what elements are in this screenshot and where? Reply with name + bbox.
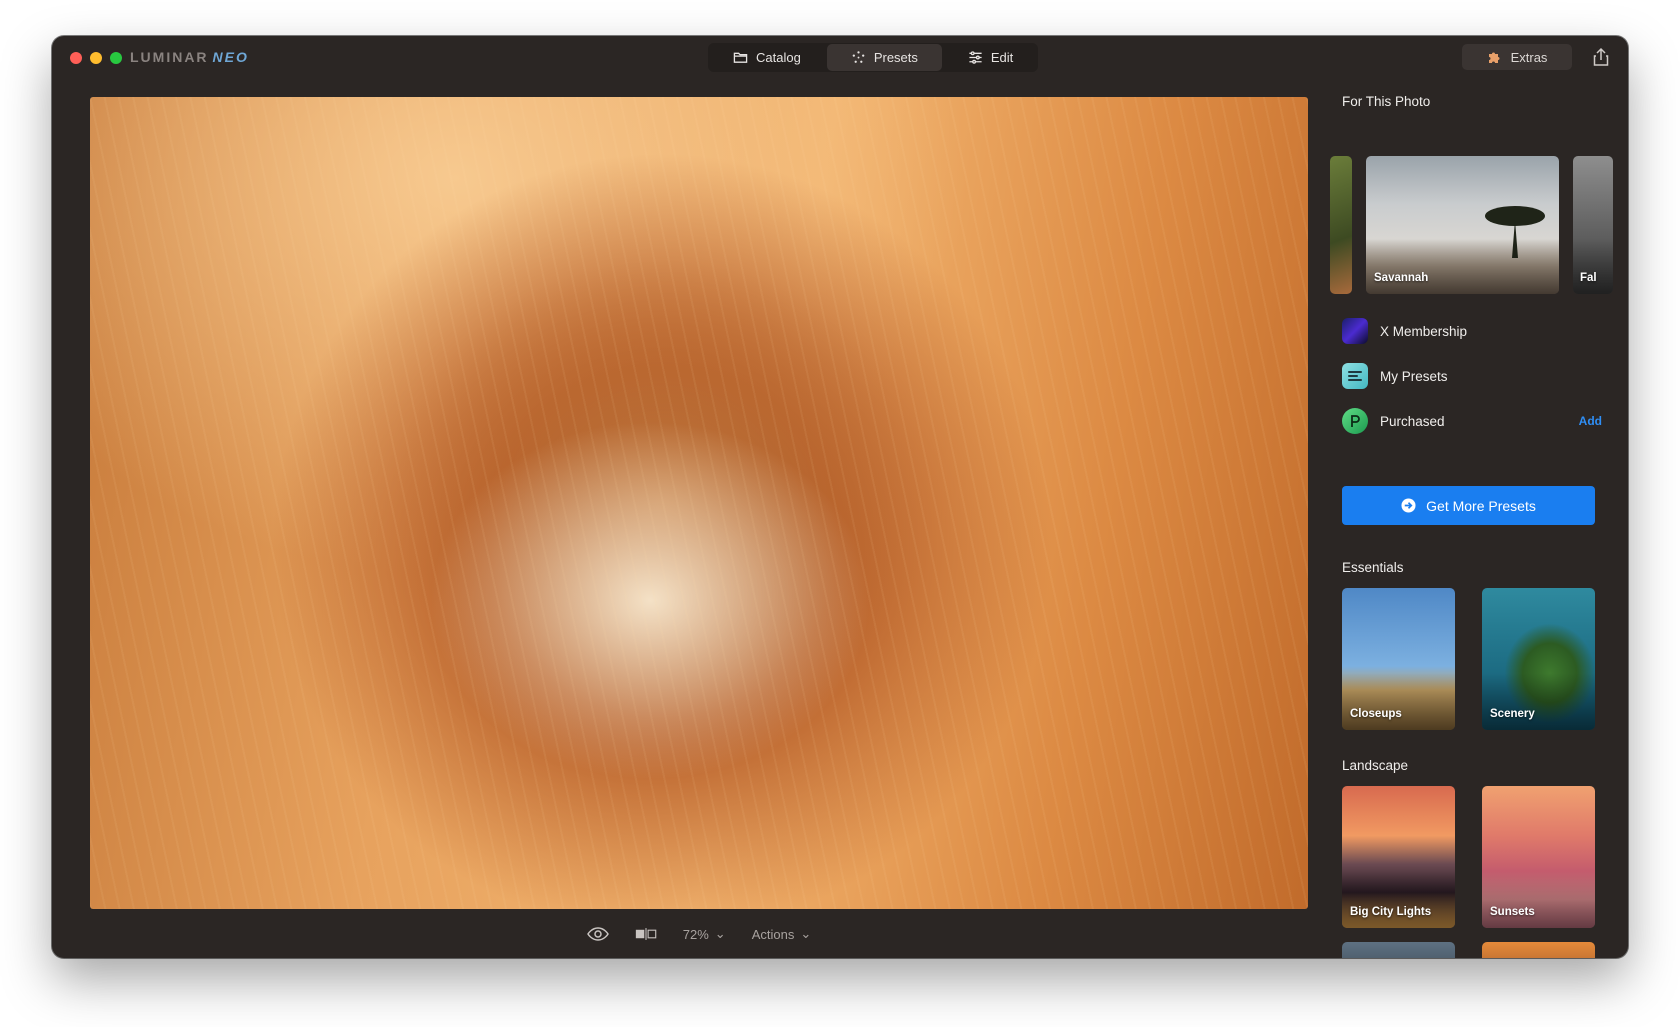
extras-button[interactable]: Extras: [1462, 44, 1572, 70]
preset-thumb-big-city-lights[interactable]: Big City Lights: [1342, 786, 1455, 928]
tab-edit[interactable]: Edit: [944, 44, 1037, 71]
extras-label: Extras: [1510, 49, 1548, 65]
tab-catalog[interactable]: Catalog: [709, 44, 825, 71]
mode-tabs: Catalog Presets Edit: [708, 43, 1039, 72]
folder-icon: [733, 52, 748, 63]
title-bar: LUMINAR NEO Catalog Presets Edit Extras: [52, 36, 1628, 78]
collection-label: My Presets: [1380, 368, 1448, 384]
puzzle-icon: [1488, 52, 1500, 63]
chevron-down-icon: ⌄: [714, 926, 726, 941]
app-window: LUMINARNEO Catalog Presets Edit Extras: [52, 36, 1628, 958]
app-logo: LUMINAR NEO: [130, 49, 249, 65]
sliders-icon: [969, 51, 982, 64]
x-membership-icon: [1342, 318, 1368, 344]
presets-panel: For This Photo Savannah Fal X Membership…: [1330, 80, 1628, 958]
preset-label-fal: Fal: [1580, 272, 1597, 284]
eye-icon[interactable]: [586, 926, 609, 942]
preset-thumb-landscape-3[interactable]: [1342, 942, 1455, 958]
purchased-icon: [1342, 408, 1368, 434]
preset-thumb-closeups[interactable]: Closeups: [1342, 588, 1455, 730]
collection-label: Purchased: [1380, 413, 1445, 429]
collection-purchased[interactable]: Purchased Add: [1342, 407, 1602, 435]
preset-thumb-scenery[interactable]: Scenery: [1482, 588, 1595, 730]
preset-thumb-next[interactable]: Fal: [1573, 156, 1613, 294]
add-link[interactable]: Add: [1579, 414, 1602, 428]
compare-split-icon[interactable]: [635, 926, 657, 942]
logo-text-neo: NEO: [212, 49, 249, 65]
arrow-right-circle-icon: [1401, 498, 1416, 513]
for-this-photo-title: For This Photo: [1342, 94, 1431, 109]
preset-thumb-prev[interactable]: [1330, 156, 1352, 294]
actions-label: Actions: [751, 926, 795, 942]
preset-label-scenery: Scenery: [1490, 708, 1535, 720]
zoom-dropdown[interactable]: 72% ⌄: [683, 926, 726, 942]
tab-presets[interactable]: Presets: [826, 44, 942, 71]
my-presets-icon: [1342, 363, 1368, 389]
preset-thumb-landscape-4[interactable]: [1482, 942, 1595, 958]
tab-catalog-label: Catalog: [756, 50, 801, 65]
tab-presets-label: Presets: [873, 50, 918, 65]
collection-x-membership[interactable]: X Membership: [1342, 317, 1602, 345]
essentials-title: Essentials: [1342, 560, 1404, 575]
sparkle-icon: [852, 51, 865, 63]
photo-texture: [90, 97, 1308, 909]
collection-label: X Membership: [1380, 323, 1468, 339]
zoom-value: 72%: [682, 926, 709, 942]
tab-edit-label: Edit: [990, 50, 1014, 65]
get-more-presets-button[interactable]: Get More Presets: [1342, 486, 1595, 525]
actions-dropdown[interactable]: Actions ⌄: [752, 926, 812, 942]
landscape-title: Landscape: [1342, 758, 1409, 773]
window-controls: [70, 52, 122, 64]
preset-label-sunsets: Sunsets: [1490, 906, 1535, 918]
photo-canvas[interactable]: [90, 97, 1308, 909]
collection-my-presets[interactable]: My Presets: [1342, 362, 1602, 390]
preset-thumb-sunsets[interactable]: Sunsets: [1482, 786, 1595, 928]
chevron-down-icon: ⌄: [800, 926, 812, 941]
logo-text-luminar: LUMINAR: [130, 49, 209, 65]
preset-label-closeups: Closeups: [1350, 708, 1402, 720]
close-window-button[interactable]: [70, 52, 82, 64]
share-icon[interactable]: [1592, 47, 1610, 67]
minimize-window-button[interactable]: [90, 52, 102, 64]
preset-thumb-savannah[interactable]: Savannah: [1366, 156, 1559, 294]
preset-label-big-city-lights: Big City Lights: [1350, 906, 1432, 918]
cta-label: Get More Presets: [1426, 497, 1536, 514]
preset-label-savannah: Savannah: [1374, 272, 1429, 284]
zoom-window-button[interactable]: [110, 52, 122, 64]
canvas-bottom-bar: 72% ⌄ Actions ⌄: [52, 916, 1346, 952]
